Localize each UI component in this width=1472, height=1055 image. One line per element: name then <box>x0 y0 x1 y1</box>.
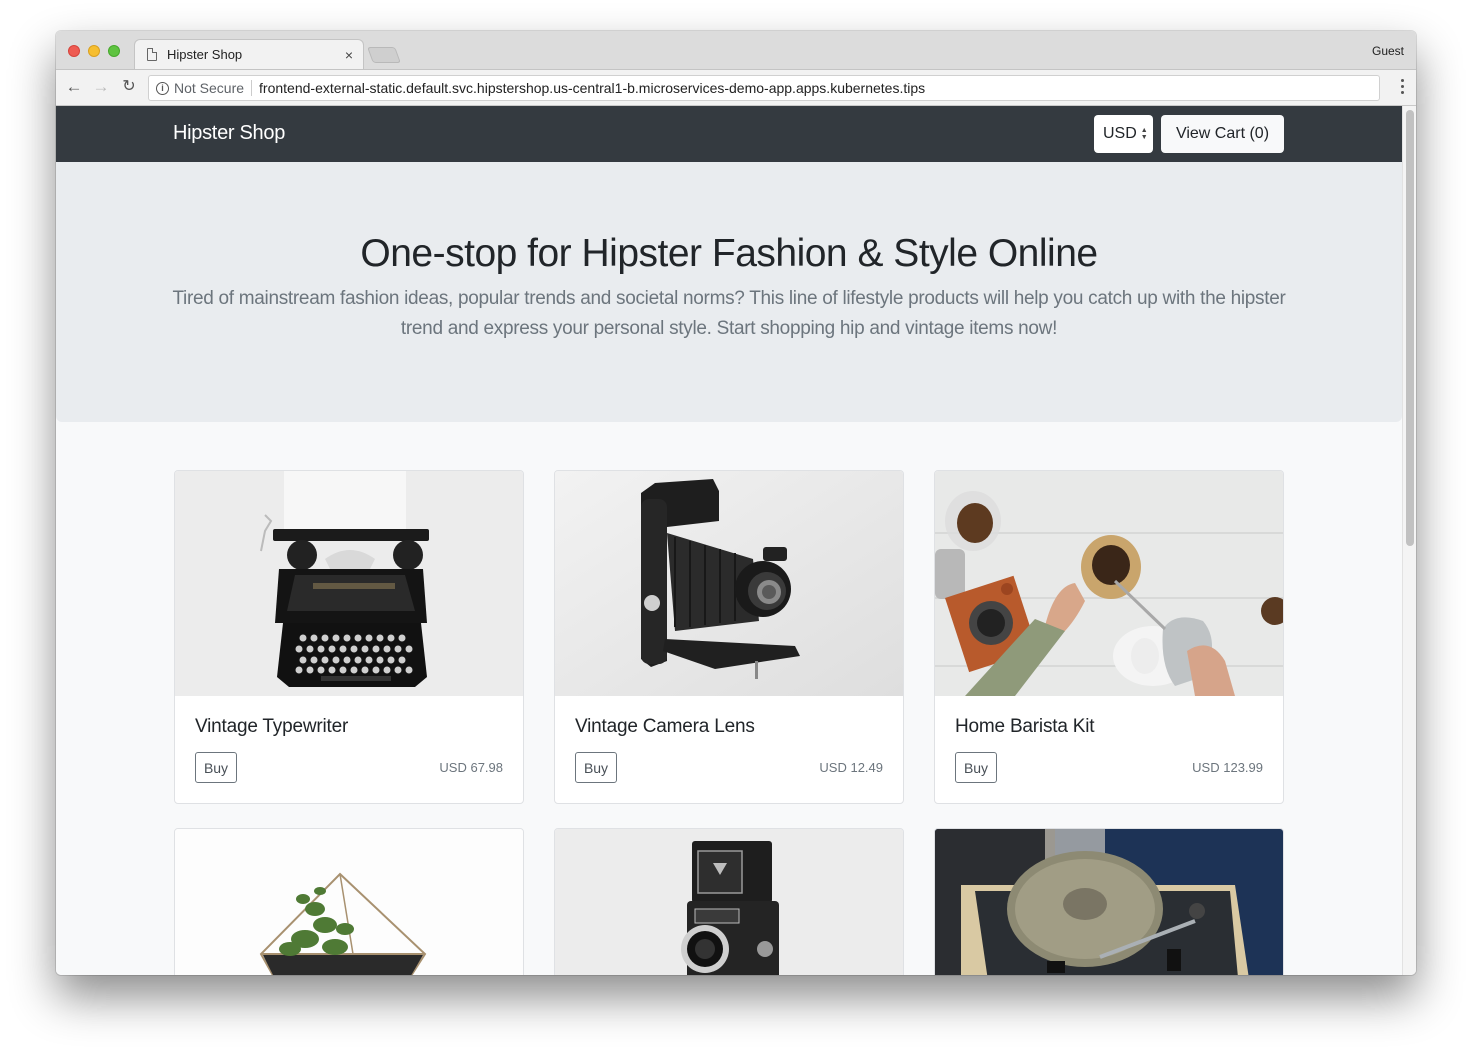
buy-button[interactable]: Buy <box>575 752 617 783</box>
browser-tab[interactable]: Hipster Shop × <box>134 39 364 69</box>
product-name[interactable]: Home Barista Kit <box>955 716 1095 738</box>
page-scrollbar[interactable] <box>1402 106 1416 975</box>
product-card <box>554 828 904 975</box>
product-name[interactable]: Vintage Camera Lens <box>575 716 755 738</box>
product-card: Home Barista Kit Buy USD 123.99 <box>934 470 1284 804</box>
product-card-body: Home Barista Kit Buy USD 123.99 <box>935 696 1283 803</box>
product-card <box>174 828 524 975</box>
forward-arrow-icon[interactable]: → <box>90 76 112 98</box>
product-card <box>934 828 1284 975</box>
address-bar[interactable]: i Not Secure frontend-external-static.de… <box>148 75 1380 101</box>
select-arrows-icon: ▲ ▼ <box>1140 127 1148 141</box>
product-name[interactable]: Vintage Typewriter <box>195 716 348 738</box>
tab-strip: Hipster Shop × Guest <box>56 31 1416 69</box>
product-image-folding-camera[interactable] <box>555 471 903 696</box>
currency-value: USD <box>1103 125 1137 142</box>
product-price: USD 67.98 <box>439 760 503 775</box>
maximize-window-button[interactable] <box>108 45 120 57</box>
hero-lead: Tired of mainstream fashion ideas, popul… <box>172 288 1286 339</box>
product-card-body: Vintage Typewriter Buy USD 67.98 <box>175 696 523 803</box>
product-card: Vintage Typewriter Buy USD 67.98 <box>174 470 524 804</box>
currency-select[interactable]: USD ▲ ▼ <box>1094 115 1153 153</box>
buy-button[interactable]: Buy <box>195 752 237 783</box>
reload-icon[interactable]: ↻ <box>118 76 140 98</box>
browser-menu-icon[interactable] <box>1401 79 1405 97</box>
product-card: Vintage Camera Lens Buy USD 12.49 <box>554 470 904 804</box>
profile-label[interactable]: Guest <box>1372 44 1404 58</box>
hero-title: One-stop for Hipster Fashion & Style Onl… <box>360 232 1098 275</box>
product-image-coffee-kit[interactable] <box>935 471 1283 696</box>
product-image-terrarium[interactable] <box>175 829 523 975</box>
info-icon[interactable]: i <box>156 81 169 95</box>
page-viewport: Hipster Shop USD ▲ ▼ View Cart (0) One-st… <box>56 106 1402 975</box>
new-tab-button[interactable] <box>367 47 401 63</box>
scrollbar-thumb[interactable] <box>1406 110 1414 546</box>
product-image-twin-lens-camera[interactable] <box>555 829 903 975</box>
brand-logo[interactable]: Hipster Shop <box>173 122 285 145</box>
product-image-typewriter[interactable] <box>175 471 523 696</box>
close-tab-icon[interactable]: × <box>345 47 353 63</box>
tab-title: Hipster Shop <box>167 47 243 62</box>
minimize-window-button[interactable] <box>88 45 100 57</box>
product-image-record-player[interactable] <box>935 829 1283 975</box>
buy-button[interactable]: Buy <box>955 752 997 783</box>
url-text[interactable]: frontend-external-static.default.svc.hip… <box>259 80 925 96</box>
hero-banner: One-stop for Hipster Fashion & Style Onl… <box>56 162 1402 422</box>
page-icon <box>147 48 157 61</box>
product-price: USD 12.49 <box>819 760 883 775</box>
site-navbar: Hipster Shop USD ▲ ▼ View Cart (0) <box>56 106 1402 162</box>
security-indicator[interactable]: Not Secure <box>174 80 253 96</box>
product-price: USD 123.99 <box>1192 760 1263 775</box>
back-arrow-icon[interactable]: ← <box>63 76 85 98</box>
close-window-button[interactable] <box>68 45 80 57</box>
view-cart-button[interactable]: View Cart (0) <box>1161 115 1284 153</box>
browser-window: Hipster Shop × Guest ← → ↻ i Not Secure … <box>56 31 1416 975</box>
browser-toolbar: ← → ↻ i Not Secure frontend-external-sta… <box>56 69 1416 106</box>
product-card-body: Vintage Camera Lens Buy USD 12.49 <box>555 696 903 803</box>
